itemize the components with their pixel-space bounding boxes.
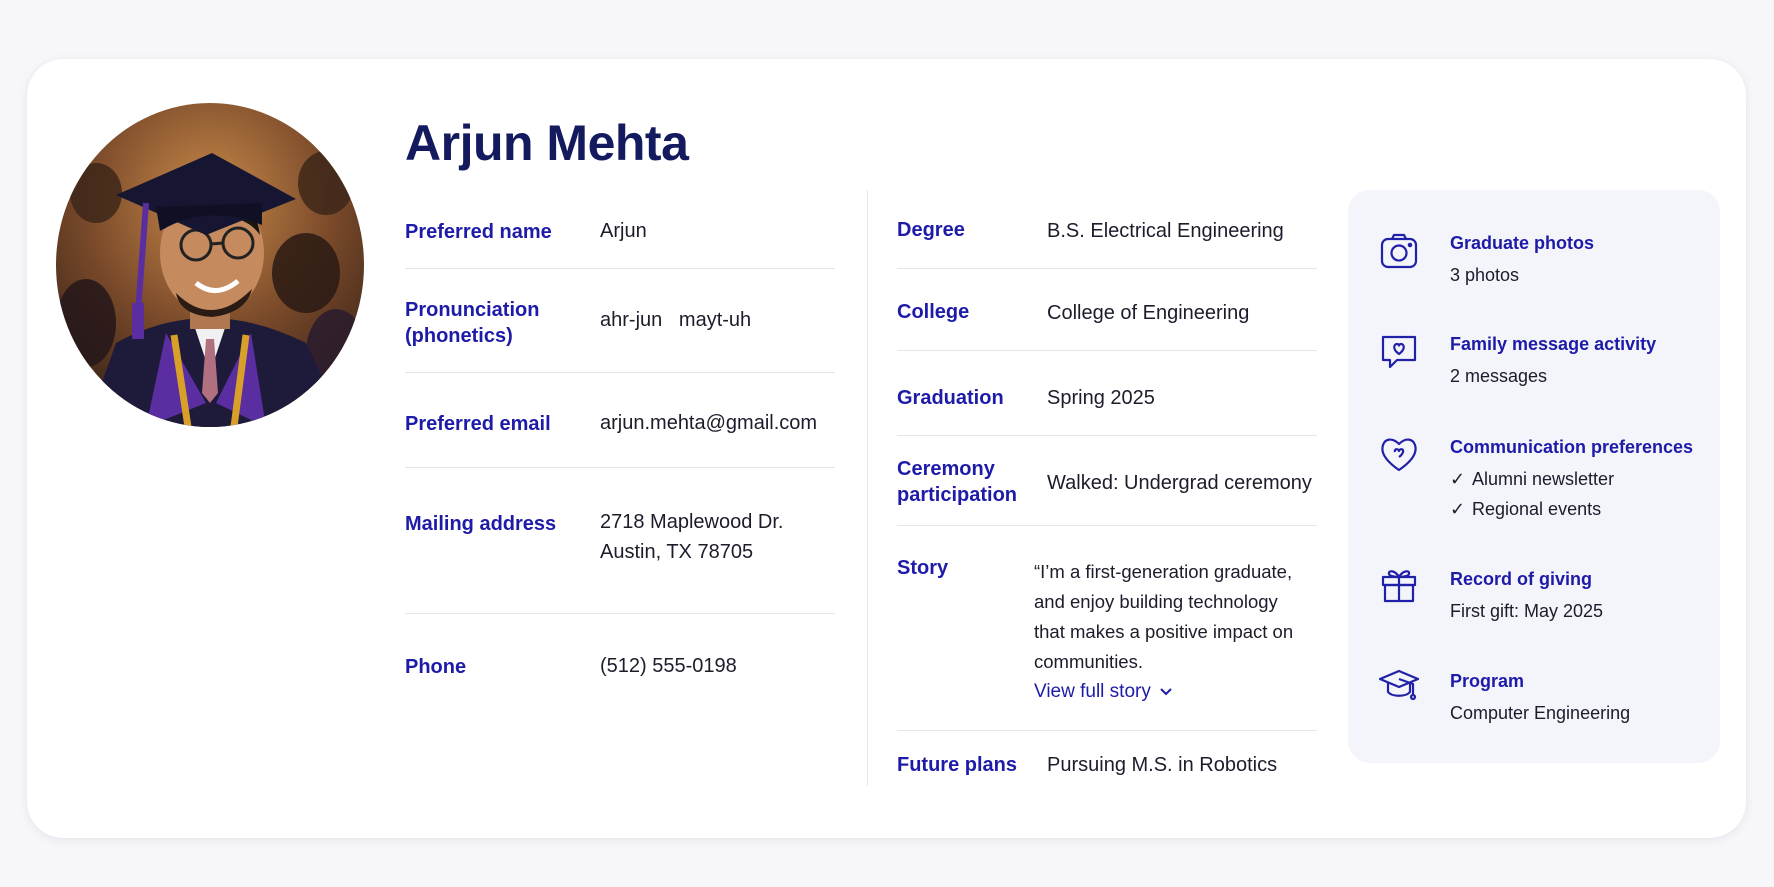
phone-label: Phone bbox=[405, 656, 467, 678]
preferred-name-value: Arjun bbox=[600, 220, 647, 242]
graduate-photos-link[interactable]: Graduate photos bbox=[1450, 230, 1594, 256]
divider bbox=[897, 350, 1317, 351]
preference-alumni-newsletter: ✓ Alumni newsletter bbox=[1450, 466, 1614, 492]
ceremony-label-line2: participation bbox=[897, 484, 1018, 506]
chevron-down-icon bbox=[1160, 688, 1172, 696]
preferred-name-label: Preferred name bbox=[405, 221, 552, 243]
pronunciation-label: Pronunciation (phonetics) bbox=[405, 297, 539, 349]
college-label: College bbox=[897, 301, 970, 323]
email-value[interactable]: arjun.mehta@gmail.com bbox=[600, 408, 817, 438]
story-line: that makes a positive impact on bbox=[1034, 621, 1294, 642]
pronunciation-value: ahr-jun mayt-uh bbox=[600, 309, 752, 331]
story-line: and enjoy building technology bbox=[1034, 591, 1278, 612]
program-name: Computer Engineering bbox=[1450, 703, 1631, 723]
photos-count: 3 photos bbox=[1450, 265, 1520, 285]
chat-heart-icon bbox=[1377, 330, 1421, 374]
divider bbox=[405, 372, 835, 373]
divider bbox=[405, 613, 835, 614]
preference-label: Alumni newsletter bbox=[1472, 469, 1615, 489]
preference-regional-events: ✓ Regional events bbox=[1450, 496, 1601, 522]
ceremony-label-line1: Ceremony bbox=[897, 458, 995, 480]
record-of-giving-link[interactable]: Record of giving bbox=[1450, 566, 1592, 592]
gift-icon bbox=[1377, 562, 1421, 606]
address-line1: 2718 Maplewood Dr. bbox=[600, 511, 784, 533]
first-gift-date: First gift: May 2025 bbox=[1450, 601, 1604, 621]
divider bbox=[897, 435, 1317, 436]
phone-value[interactable]: (512) 555-0198 bbox=[600, 651, 737, 681]
email-label: Preferred email bbox=[405, 413, 551, 435]
messages-count: 2 messages bbox=[1450, 366, 1548, 386]
future-plans-label: Future plans bbox=[897, 754, 1018, 776]
address-label: Mailing address bbox=[405, 513, 557, 535]
graduation-cap-icon bbox=[1377, 664, 1421, 708]
heart-icon bbox=[1377, 432, 1421, 476]
pronunciation-label-line2: (phonetics) bbox=[405, 325, 513, 347]
divider bbox=[897, 268, 1317, 269]
story-line: “I’m a first-generation graduate, bbox=[1034, 561, 1293, 582]
story-label: Story bbox=[897, 557, 949, 579]
address-value: 2718 Maplewood Dr. Austin, TX 78705 bbox=[600, 507, 783, 567]
degree-label: Degree bbox=[897, 219, 965, 241]
ceremony-label: Ceremony participation bbox=[897, 456, 1017, 508]
profile-name: Arjun Mehta bbox=[405, 115, 689, 171]
divider bbox=[405, 268, 835, 269]
preference-label: Regional events bbox=[1472, 499, 1602, 519]
address-line2: Austin, TX 78705 bbox=[600, 541, 754, 563]
communication-preferences-link[interactable]: Communication preferences bbox=[1450, 434, 1693, 460]
avatar bbox=[56, 103, 364, 427]
column-divider bbox=[867, 190, 868, 786]
divider bbox=[897, 525, 1317, 526]
story-text: “I’m a first-generation graduate, and en… bbox=[1034, 557, 1314, 677]
degree-value: B.S. Electrical Engineering bbox=[1047, 220, 1284, 242]
graduation-value: Spring 2025 bbox=[1047, 387, 1155, 409]
college-value: College of Engineering bbox=[1047, 302, 1250, 324]
story-line: communities. bbox=[1034, 651, 1143, 672]
checkmark-icon: ✓ bbox=[1450, 469, 1466, 489]
future-plans-value: Pursuing M.S. in Robotics bbox=[1047, 754, 1278, 776]
divider bbox=[405, 467, 835, 468]
program-link[interactable]: Program bbox=[1450, 668, 1524, 694]
family-message-activity-link[interactable]: Family message activity bbox=[1450, 331, 1656, 357]
checkmark-icon: ✓ bbox=[1450, 499, 1466, 519]
pronunciation-label-line1: Pronunciation bbox=[405, 299, 540, 321]
divider bbox=[897, 730, 1317, 731]
graduation-label: Graduation bbox=[897, 387, 1004, 409]
ceremony-value: Walked: Undergrad ceremony bbox=[1047, 472, 1312, 494]
view-full-story-label: View full story bbox=[1034, 681, 1151, 702]
camera-icon bbox=[1377, 230, 1421, 274]
view-full-story-link[interactable]: View full story bbox=[1034, 677, 1173, 707]
